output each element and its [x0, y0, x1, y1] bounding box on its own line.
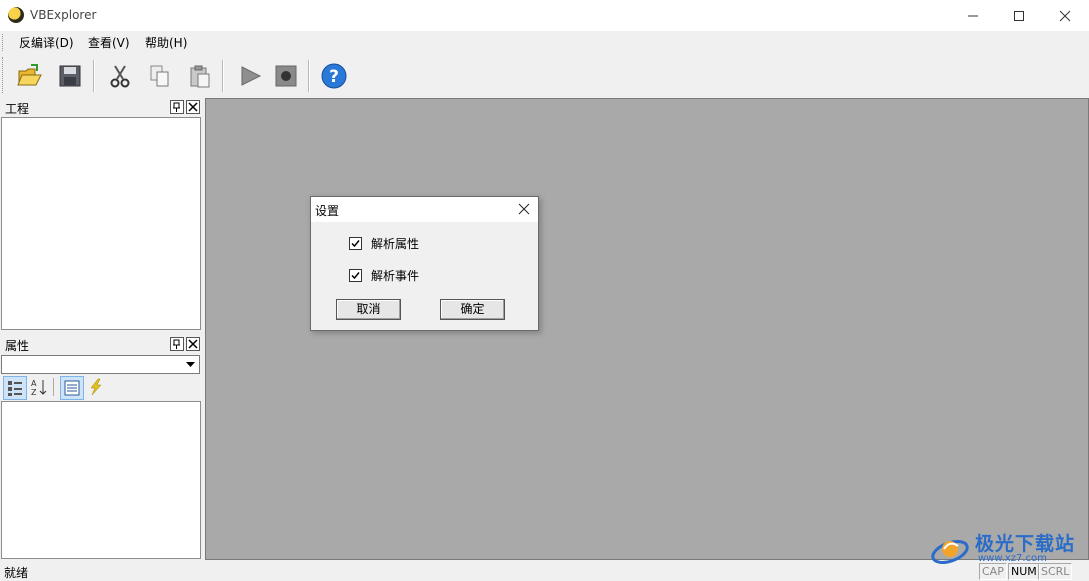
lightning-icon	[90, 378, 102, 396]
save-icon	[59, 65, 81, 87]
scrl-indicator: SCRL	[1038, 563, 1073, 580]
toolbar-separator	[308, 60, 310, 92]
stop-icon	[275, 65, 297, 87]
watermark-logo	[930, 530, 972, 570]
pin-icon	[173, 339, 180, 349]
title-bar: VBExplorer	[0, 0, 1089, 31]
app-icon	[8, 7, 24, 23]
minimize-button[interactable]	[950, 0, 996, 31]
watermark-url: www.xz7.com	[978, 553, 1047, 564]
toolbar-separator	[93, 60, 95, 92]
open-folder-icon	[17, 64, 42, 86]
toolbar-separator	[53, 378, 54, 396]
svg-text:?: ?	[329, 67, 339, 87]
parse-events-label: 解析事件	[371, 269, 420, 283]
menu-view[interactable]: 查看(V)	[88, 34, 130, 51]
categorized-icon	[8, 381, 22, 396]
cut-icon	[110, 65, 130, 88]
window-title: VBExplorer	[30, 8, 97, 22]
alphabetical-button[interactable]: A Z	[29, 377, 49, 397]
paste-button[interactable]	[186, 62, 214, 90]
cut-button[interactable]	[106, 62, 134, 90]
menu-help[interactable]: 帮助(H)	[145, 34, 187, 51]
close-icon	[188, 339, 198, 349]
categorized-button[interactable]	[3, 376, 27, 400]
properties-panel-header: 属性	[0, 336, 204, 353]
dialog-title: 设置	[315, 204, 340, 218]
menu-decompile[interactable]: 反编译(D)	[19, 34, 74, 51]
object-select[interactable]	[1, 355, 200, 374]
cap-indicator: CAP	[979, 563, 1007, 580]
run-icon	[241, 66, 262, 86]
help-icon: ?	[321, 63, 347, 89]
dialog-title-bar: 设置	[311, 197, 538, 222]
close-icon	[1059, 10, 1071, 21]
status-text: 就绪	[4, 566, 29, 580]
num-indicator: NUM	[1008, 563, 1040, 580]
stop-button[interactable]	[272, 62, 300, 90]
save-button[interactable]	[56, 62, 84, 90]
ok-button[interactable]: 确定	[440, 299, 505, 320]
close-icon	[188, 102, 198, 112]
chevron-down-icon	[185, 361, 195, 367]
menu-grip	[2, 34, 6, 51]
help-button[interactable]: ?	[320, 62, 348, 90]
sort-az-icon: A Z	[31, 379, 47, 397]
open-button[interactable]	[16, 62, 44, 90]
checkmark-icon	[351, 240, 360, 248]
project-panel-header: 工程	[0, 99, 204, 116]
project-pin-button[interactable]	[170, 100, 184, 114]
project-close-button[interactable]	[186, 100, 200, 114]
run-button[interactable]	[236, 62, 264, 90]
close-button[interactable]	[1042, 0, 1088, 31]
events-view-button[interactable]	[86, 377, 106, 397]
svg-text:A: A	[31, 379, 37, 388]
parse-properties-checkbox[interactable]	[349, 237, 362, 250]
dialog-close-button[interactable]	[514, 200, 534, 220]
maximize-button[interactable]	[996, 0, 1042, 31]
watermark-text: 极光下载站	[975, 533, 1076, 555]
menu-bar: 反编译(D) 查看(V) 帮助(H)	[0, 31, 1089, 53]
checkmark-icon	[351, 272, 360, 280]
copy-icon	[150, 65, 169, 87]
maximize-icon	[1014, 10, 1024, 21]
watermark-logo-icon	[931, 540, 969, 564]
svg-text:Z: Z	[31, 388, 37, 397]
paste-icon	[190, 65, 210, 88]
project-panel-title: 工程	[5, 102, 30, 116]
copy-button[interactable]	[146, 62, 174, 90]
properties-panel-title: 属性	[5, 339, 30, 353]
dropdown-button[interactable]	[182, 356, 198, 373]
toolbar-separator	[222, 60, 224, 92]
toolbar: ?	[8, 54, 356, 96]
cancel-button[interactable]: 取消	[336, 299, 401, 320]
settings-dialog: 设置 解析属性 解析事件 取消 确定	[310, 196, 539, 331]
toolbar-grip	[2, 57, 6, 93]
parse-events-checkbox[interactable]	[349, 269, 362, 282]
properties-pin-button[interactable]	[170, 337, 184, 351]
properties-view-button[interactable]	[60, 376, 84, 400]
close-icon	[518, 203, 530, 215]
parse-properties-label: 解析属性	[371, 237, 420, 251]
pin-icon	[173, 102, 180, 112]
properties-list-icon	[64, 380, 80, 396]
properties-close-button[interactable]	[186, 337, 200, 351]
project-tree[interactable]	[1, 117, 201, 330]
properties-grid[interactable]	[1, 401, 201, 559]
minimize-icon	[968, 15, 978, 16]
status-bar: 就绪 CAP NUM SCRL	[0, 560, 1089, 581]
